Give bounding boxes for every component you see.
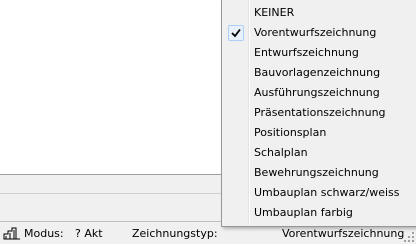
menu-item-label: Bauvorlagenzeichnung xyxy=(254,66,381,79)
menu-item-label: Positionsplan xyxy=(254,126,327,139)
menu-item-schalplan[interactable]: Schalplan xyxy=(224,143,412,163)
resize-grip-icon[interactable] xyxy=(403,231,415,243)
modus-value[interactable]: ? Akt xyxy=(75,227,103,240)
checkmark-icon xyxy=(228,25,244,41)
menu-item-umbauplan-farbig[interactable]: Umbauplan farbig xyxy=(224,203,412,223)
modus-label: Modus: xyxy=(24,227,64,240)
menu-item-umbauplan-schwarz-weiss[interactable]: Umbauplan schwarz/weiss xyxy=(224,183,412,203)
menu-item-praesentationszeichnung[interactable]: Präsentationszeichnung xyxy=(224,103,412,123)
menu-item-bauvorlagenzeichnung[interactable]: Bauvorlagenzeichnung xyxy=(224,63,412,83)
menu-item-label: Schalplan xyxy=(254,146,308,159)
zeichnungstyp-label: Zeichnungstyp: xyxy=(132,227,218,240)
menu-item-keiner[interactable]: KEINER xyxy=(224,3,412,23)
zeichnungstyp-value[interactable]: Vorentwurfszeichnung xyxy=(282,227,404,240)
menu-item-label: KEINER xyxy=(254,6,295,19)
zeichnungstyp-popup-menu: KEINER Vorentwurfszeichnung Entwurfszeic… xyxy=(221,0,416,227)
menu-item-vorentwurfszeichnung[interactable]: Vorentwurfszeichnung xyxy=(224,23,412,43)
menu-item-positionsplan[interactable]: Positionsplan xyxy=(224,123,412,143)
menu-item-label: Umbauplan schwarz/weiss xyxy=(254,186,400,199)
menu-item-label: Bewehrungszeichnung xyxy=(254,166,379,179)
menu-item-label: Präsentationszeichnung xyxy=(254,106,386,119)
menu-item-label: Entwurfszeichnung xyxy=(254,46,359,59)
menu-item-label: Ausführungszeichnung xyxy=(254,86,380,99)
menu-item-bewehrungszeichnung[interactable]: Bewehrungszeichnung xyxy=(224,163,412,183)
menu-item-entwurfszeichnung[interactable]: Entwurfszeichnung xyxy=(224,43,412,63)
mode-icon[interactable] xyxy=(3,225,21,241)
menu-item-ausfuehrungszeichnung[interactable]: Ausführungszeichnung xyxy=(224,83,412,103)
menu-item-label: Vorentwurfszeichnung xyxy=(254,26,377,39)
menu-item-label: Umbauplan farbig xyxy=(254,206,353,219)
